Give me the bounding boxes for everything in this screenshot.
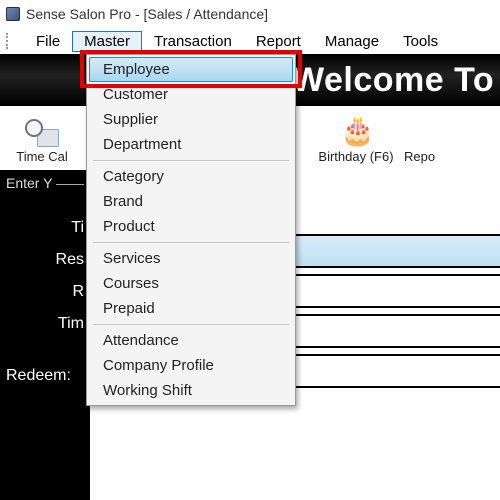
banner-text: Welcome To: [292, 61, 494, 100]
menu-bar: FileMasterTransactionReportManageTools: [0, 28, 500, 54]
menu-tools[interactable]: Tools: [391, 31, 450, 52]
dropdown-item-brand[interactable]: Brand: [89, 189, 293, 214]
field-label: Redeem:: [6, 367, 84, 385]
input-row[interactable]: [294, 314, 500, 348]
tool-label: Time Cal: [16, 149, 68, 164]
dropdown-separator: [93, 242, 289, 243]
dropdown-item-employee[interactable]: Employee: [89, 57, 293, 82]
cake-icon: 🎂: [340, 115, 372, 147]
dropdown-separator: [93, 160, 289, 161]
field-label: Res: [6, 251, 84, 269]
dropdown-item-attendance[interactable]: Attendance: [89, 328, 293, 353]
placeholder-icon: [404, 115, 436, 147]
dropdown-item-product[interactable]: Product: [89, 214, 293, 239]
dropdown-item-customer[interactable]: Customer: [89, 82, 293, 107]
field-label: R: [6, 283, 84, 301]
tool-label: Repo: [404, 149, 435, 164]
dropdown-item-department[interactable]: Department: [89, 132, 293, 157]
group-legend: Enter Y: [6, 175, 56, 191]
tool-report[interactable]: Repo: [404, 115, 454, 164]
title-bar: Sense Salon Pro - [Sales / Attendance]: [0, 0, 500, 28]
menu-report[interactable]: Report: [244, 31, 313, 52]
app-icon: [6, 7, 20, 21]
tool-time-card[interactable]: Time Cal: [2, 119, 82, 164]
menu-master[interactable]: Master: [72, 31, 142, 52]
window-title: Sense Salon Pro - [Sales / Attendance]: [26, 6, 268, 22]
dropdown-item-working-shift[interactable]: Working Shift: [89, 378, 293, 403]
dropdown-item-prepaid[interactable]: Prepaid: [89, 296, 293, 321]
field-label: Tim: [6, 315, 84, 333]
menu-file[interactable]: File: [24, 31, 72, 52]
dropdown-item-services[interactable]: Services: [89, 246, 293, 271]
dropdown-item-company-profile[interactable]: Company Profile: [89, 353, 293, 378]
dropdown-item-supplier[interactable]: Supplier: [89, 107, 293, 132]
left-panel: Enter Y Ti Res R Tim Redeem:: [0, 170, 90, 500]
input-row[interactable]: [294, 354, 500, 388]
menubar-gripper: [6, 33, 18, 49]
tool-birthday[interactable]: 🎂 Birthday (F6): [308, 115, 404, 164]
menu-transaction[interactable]: Transaction: [142, 31, 244, 52]
menu-manage[interactable]: Manage: [313, 31, 391, 52]
clock-card-icon: [25, 119, 59, 147]
tool-label: Birthday (F6): [318, 149, 393, 164]
dropdown-item-courses[interactable]: Courses: [89, 271, 293, 296]
field-label: Ti: [6, 219, 84, 237]
dropdown-separator: [93, 324, 289, 325]
input-row[interactable]: [294, 234, 500, 268]
input-row[interactable]: [294, 274, 500, 308]
master-dropdown: EmployeeCustomerSupplierDepartment Catego…: [86, 54, 296, 406]
dropdown-item-category[interactable]: Category: [89, 164, 293, 189]
